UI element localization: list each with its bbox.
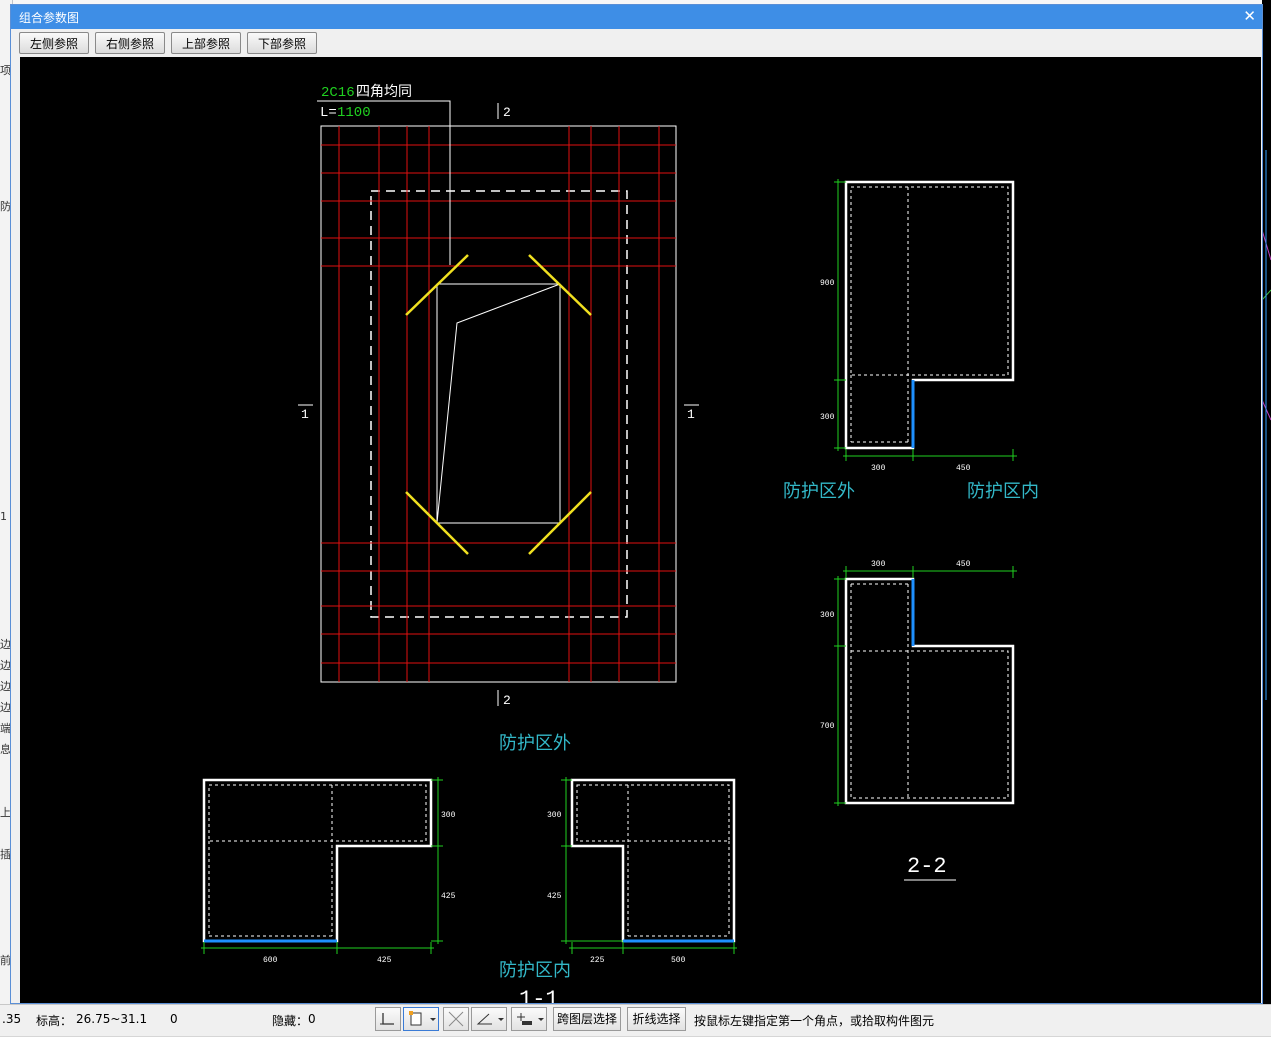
- length-prefix: L=: [320, 105, 337, 121]
- close-icon[interactable]: ✕: [1243, 7, 1256, 25]
- status-hint: 按鼠标左键指定第一个角点，或拾取构件图元: [694, 1014, 935, 1028]
- hole-outline: [436, 283, 561, 524]
- dim-300-horizontal: 300: [871, 464, 886, 473]
- cross-select-button[interactable]: [443, 1007, 469, 1031]
- drawing-canvas[interactable]: 2C16 四角均同 L= 1100 2 2 1 1 防护区外 900 300 3…: [20, 57, 1261, 1003]
- label-outside-right: 防护区外: [783, 481, 855, 502]
- top-reference-button[interactable]: 上部参照: [171, 32, 241, 54]
- coord-readout: .35: [2, 1012, 22, 1026]
- dim-300-vertical: 300: [820, 413, 835, 422]
- dim-600-b1: 600: [263, 956, 278, 965]
- section-mark-2-top: 2: [503, 105, 511, 120]
- elevation-label: 标高：: [36, 1014, 73, 1028]
- dim-450-horizontal: 450: [956, 464, 971, 473]
- cad-drawing: 2C16 四角均同 L= 1100 2 2 1 1 防护区外 900 300 3…: [201, 84, 1039, 1003]
- cross-icon: [448, 1011, 464, 1027]
- dialog-toolbar: 左侧参照 右侧参照 上部参照 下部参照: [11, 29, 1262, 57]
- dim-300-b2: 300: [547, 811, 562, 820]
- dim-500-b2: 500: [671, 956, 686, 965]
- combination-parameter-dialog: 组合参数图 ✕ 左侧参照 右侧参照 上部参照 下部参照 2C16 四角均同 L=…: [10, 4, 1263, 1004]
- dim-425-b1-vertical: 425: [441, 892, 456, 901]
- rebar-label: 2C16: [321, 85, 355, 101]
- hidden-label: 隐藏：: [272, 1014, 309, 1028]
- bg-fragment: 1: [0, 510, 7, 523]
- main-plan-view: 2C16 四角均同 L= 1100 2 2 1 1 防护区外: [298, 84, 699, 754]
- rebar-note: 四角均同: [356, 84, 412, 100]
- ortho-icon: [380, 1013, 394, 1025]
- angle-icon: [476, 1013, 504, 1025]
- elevation-value: 26.75~31.1: [76, 1012, 148, 1026]
- angle-mode-dropdown[interactable]: [471, 1007, 507, 1031]
- section-mark-1-right: 1: [687, 407, 695, 422]
- label-outside-main: 防护区外: [499, 733, 571, 754]
- dim-425-b1-horizontal: 425: [377, 956, 392, 965]
- dim-300-top: 300: [871, 560, 886, 569]
- section-2-2-upper: 900 300 300 450 防护区外 防护区内: [783, 179, 1039, 502]
- label-inside-right: 防护区内: [967, 481, 1039, 502]
- dim-425-b2: 425: [547, 892, 562, 901]
- dim-300-b1: 300: [441, 811, 456, 820]
- section-mark-1-left: 1: [301, 407, 309, 422]
- label-inside-bottom: 防护区内: [499, 960, 571, 981]
- dim-900: 900: [820, 279, 835, 288]
- left-reference-button[interactable]: 左侧参照: [19, 32, 89, 54]
- point-mode-dropdown[interactable]: [511, 1007, 547, 1031]
- dim-700-side: 700: [820, 722, 835, 731]
- section-1-1-left: 300 425 600 425: [201, 777, 456, 965]
- status-bar: .35 标高： 26.75~31.1 0 隐藏： 0 跨图层选择 折线选择 按鼠…: [0, 1004, 1271, 1036]
- bg-right-lines: [1261, 150, 1271, 700]
- ortho-mode-button[interactable]: [375, 1007, 401, 1031]
- snap-icon: [409, 1011, 436, 1026]
- polyline-select-button[interactable]: 折线选择: [627, 1007, 686, 1031]
- snap-mode-dropdown[interactable]: [403, 1007, 439, 1031]
- dialog-title: 组合参数图: [19, 11, 80, 25]
- dim-300-side: 300: [820, 611, 835, 620]
- right-reference-button[interactable]: 右侧参照: [95, 32, 165, 54]
- section-1-1-right: 300 425 225 500: [547, 777, 737, 965]
- dim-225-b2: 225: [590, 956, 605, 965]
- dim-450-top: 450: [956, 560, 971, 569]
- section-2-2-lower: 300 450 300 700 2-2: [820, 560, 1017, 881]
- bottom-reference-button[interactable]: 下部参照: [247, 32, 317, 54]
- length-value: 1100: [337, 105, 371, 121]
- hidden-value: 0: [308, 1012, 316, 1026]
- add-point-icon: [517, 1013, 544, 1025]
- section-title-1-1: 1-1: [519, 987, 559, 1003]
- section-mark-2-bottom: 2: [503, 693, 511, 708]
- background-right-canvas: [1261, 0, 1271, 1005]
- count-value: 0: [170, 1012, 178, 1026]
- dialog-titlebar: 组合参数图 ✕: [11, 5, 1262, 29]
- section-title-2-2: 2-2: [907, 854, 947, 879]
- cross-layer-select-button[interactable]: 跨图层选择: [553, 1007, 621, 1031]
